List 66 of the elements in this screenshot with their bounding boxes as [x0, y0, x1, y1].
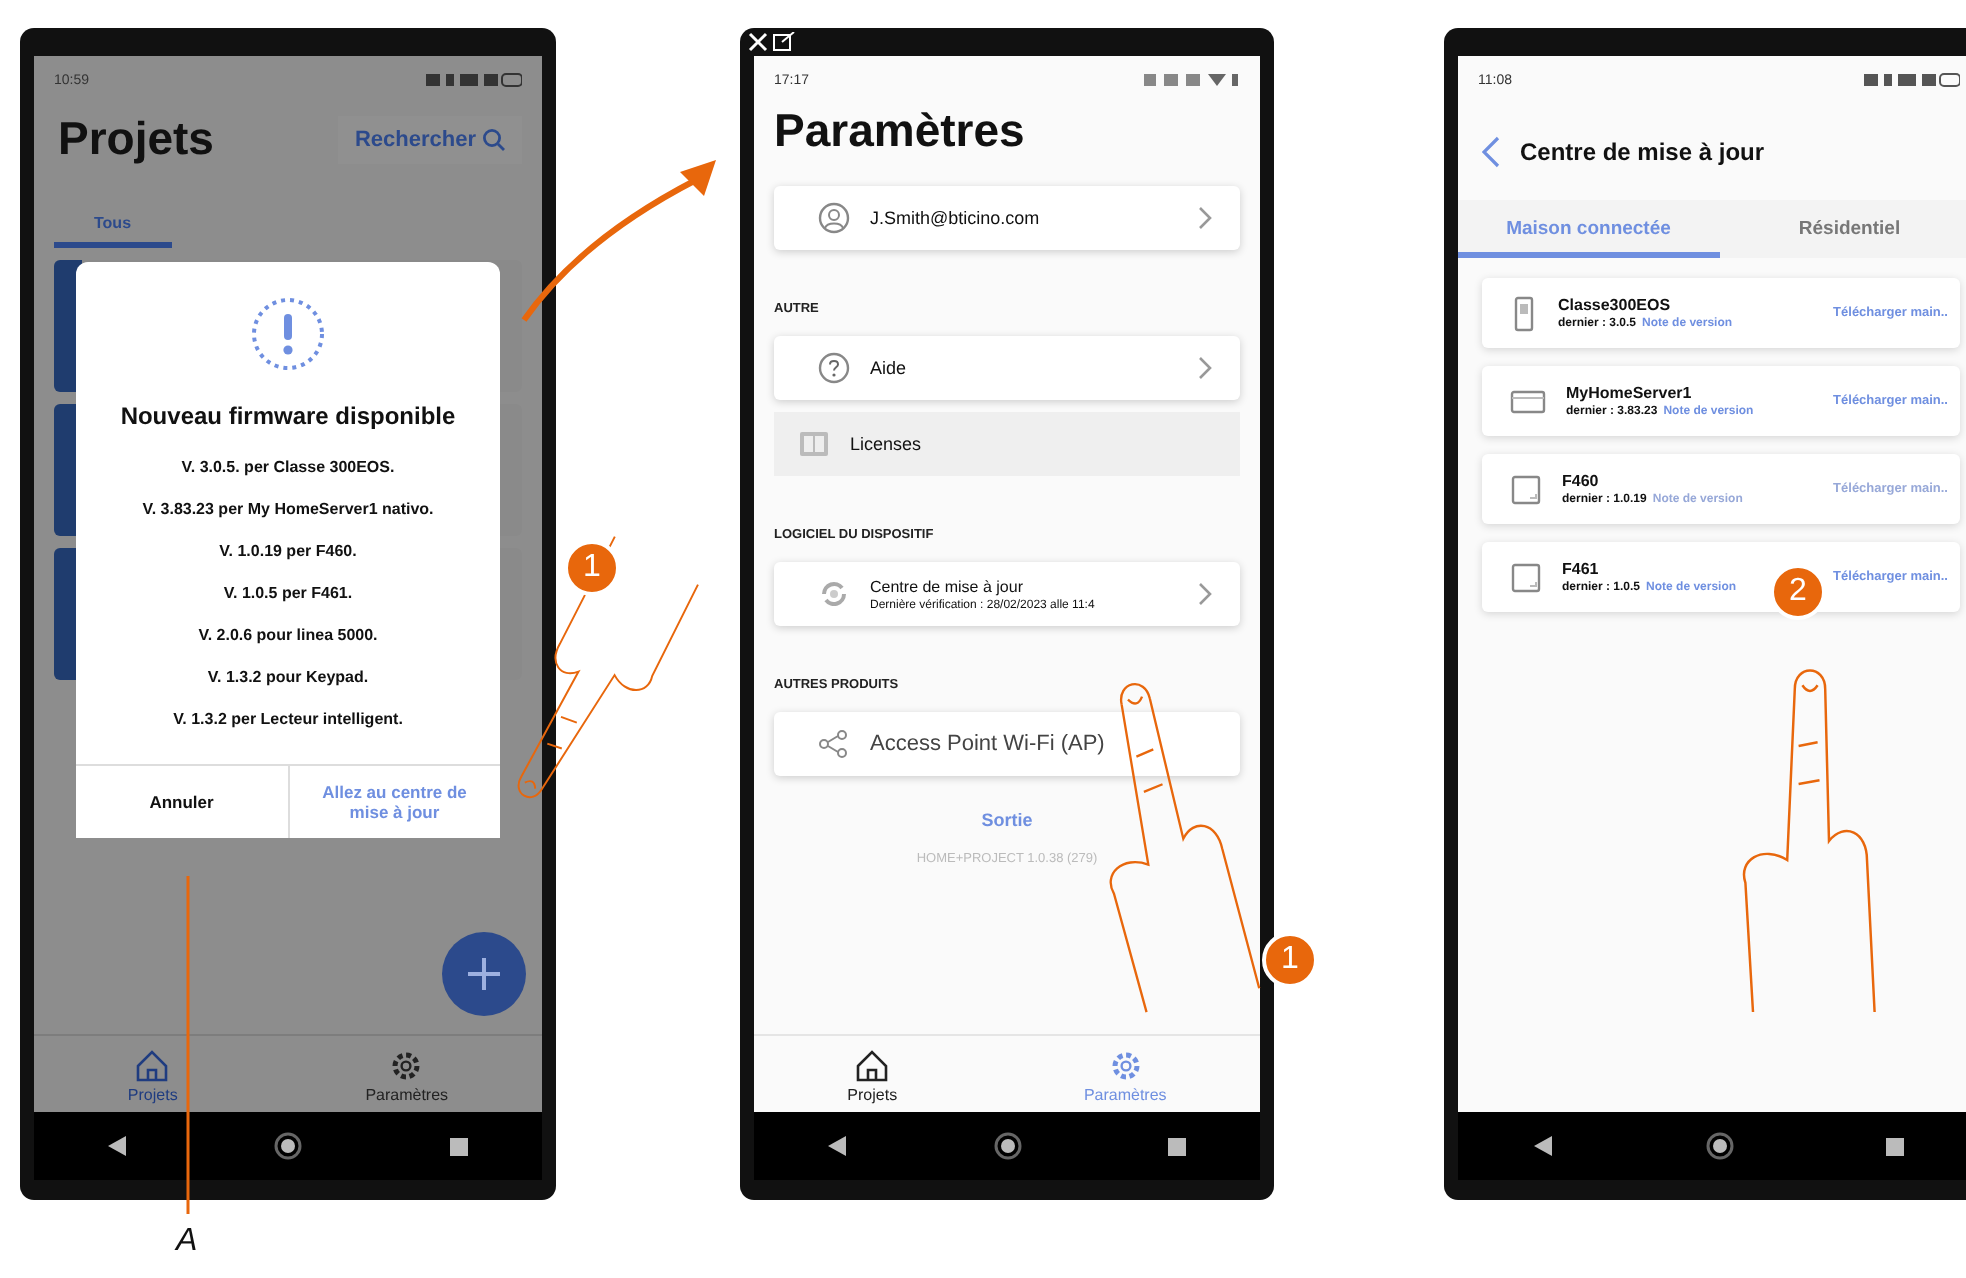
- cancel-button[interactable]: Annuler: [76, 766, 289, 838]
- step-badge: 1: [1262, 932, 1318, 988]
- device-name: Classe300EOS: [1558, 296, 1673, 314]
- user-icon: [818, 202, 850, 234]
- gear-icon: [1107, 1048, 1144, 1084]
- firmware-line: V. 3.0.5. per Classe 300EOS.: [181, 458, 395, 476]
- recents-icon[interactable]: [1168, 1137, 1187, 1155]
- category-tab[interactable]: Résidentiel: [1719, 200, 1966, 258]
- recents-icon[interactable]: [1886, 1137, 1904, 1155]
- firmware-line: V. 2.0.6 pour linea 5000.: [198, 626, 378, 644]
- device-name: MyHomeServer1: [1566, 384, 1694, 402]
- callout-label: A: [176, 1224, 198, 1260]
- filter-tab[interactable]: Tous: [54, 210, 172, 248]
- status-icons: [1144, 72, 1240, 88]
- home-button-icon[interactable]: [1706, 1132, 1734, 1160]
- settings-item[interactable]: J.Smith@bticino.com: [774, 186, 1240, 250]
- book-icon: [798, 430, 830, 458]
- home-icon: [854, 1048, 891, 1084]
- item-label: Licenses: [850, 434, 924, 454]
- dialog-title: Nouveau firmware disponible: [120, 402, 456, 430]
- status-icons: [1864, 72, 1960, 88]
- firmware-line: V. 1.3.2 pour Keypad.: [207, 668, 369, 686]
- nav-tab[interactable]: Paramètres: [1067, 1048, 1183, 1104]
- settings-item[interactable]: Access Point Wi-Fi (AP): [774, 712, 1240, 776]
- firmware-line: V. 3.83.23 per My HomeServer1 nativo.: [142, 500, 434, 518]
- nav-tab[interactable]: Paramètres: [349, 1048, 465, 1104]
- page-title: Projets: [58, 112, 214, 166]
- close-edit-icons: [748, 32, 796, 52]
- device-name: F460: [1562, 472, 1601, 490]
- page-title: Centre de mise à jour: [1520, 138, 1765, 166]
- gear-icon: [388, 1048, 425, 1084]
- alert-icon: [248, 294, 328, 374]
- help-icon: [818, 352, 850, 384]
- panel-icon: [1510, 473, 1542, 505]
- firmware-line: V. 1.0.19 per F460.: [219, 542, 357, 560]
- item-label: Access Point Wi-Fi (AP): [870, 732, 1107, 756]
- item-label: Aide: [870, 358, 909, 378]
- firmware-line: V. 1.3.2 per Lecteur intelligent.: [173, 710, 403, 728]
- share-icon: [818, 730, 850, 758]
- back-icon[interactable]: [107, 1136, 128, 1156]
- page-title: Paramètres: [772, 102, 1027, 160]
- add-button[interactable]: [442, 932, 526, 1016]
- category-tab[interactable]: Maison connectée: [1458, 200, 1719, 258]
- step-badge: 1: [564, 540, 620, 596]
- item-label: Centre de mise à jour: [870, 577, 1025, 595]
- home-icon: [134, 1048, 171, 1084]
- refresh-icon: [818, 578, 850, 610]
- nav-tab[interactable]: Projets: [831, 1048, 914, 1104]
- logout-link[interactable]: Sortie: [969, 808, 1045, 832]
- home-button-icon[interactable]: [993, 1132, 1022, 1160]
- settings-item[interactable]: Aide: [774, 336, 1240, 400]
- back-icon[interactable]: [1534, 1136, 1554, 1156]
- back-icon[interactable]: [827, 1136, 848, 1156]
- status-icons: [426, 72, 522, 88]
- nav-tab[interactable]: Projets: [111, 1048, 194, 1104]
- recents-icon[interactable]: [450, 1137, 469, 1155]
- firmware-line: V. 1.0.5 per F461.: [223, 584, 353, 602]
- home-button-icon[interactable]: [274, 1132, 303, 1160]
- intercom-icon: [1510, 295, 1538, 331]
- device-name: F461: [1562, 560, 1601, 578]
- item-label: J.Smith@bticino.com: [870, 208, 1042, 228]
- panel-icon: [1510, 561, 1542, 593]
- search-icon: [482, 127, 506, 151]
- settings-item[interactable]: Licenses: [774, 412, 1240, 476]
- server-icon: [1510, 387, 1546, 415]
- plus-icon: [466, 956, 502, 992]
